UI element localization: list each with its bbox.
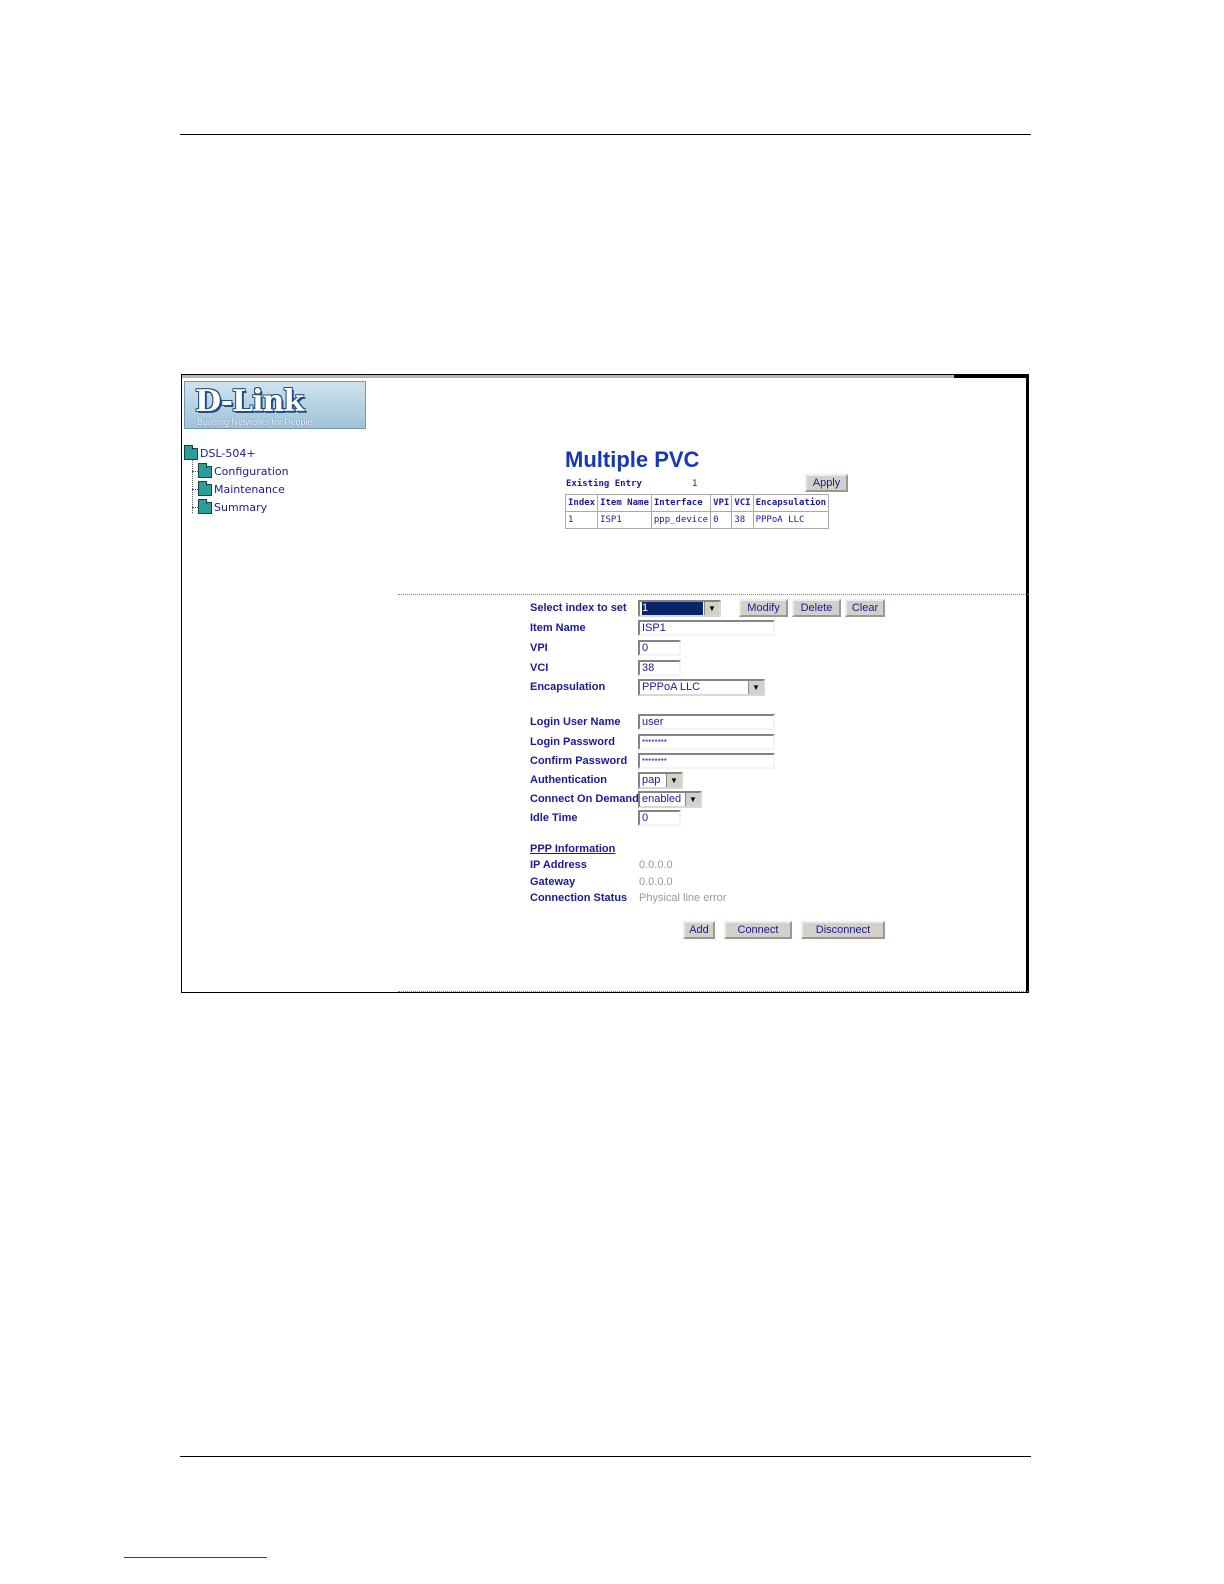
encapsulation-label: Encapsulation bbox=[530, 681, 606, 693]
idle-time-input[interactable]: 0 bbox=[638, 810, 681, 826]
login-user-input[interactable]: user bbox=[638, 714, 775, 730]
apply-button[interactable]: Apply bbox=[805, 474, 848, 492]
gateway-value: 0.0.0.0 bbox=[639, 876, 673, 888]
tree-item-summary[interactable]: Summary bbox=[198, 498, 268, 514]
table-header-row: Index Item Name Interface VPI VCI Encaps… bbox=[564, 494, 830, 512]
chevron-down-icon[interactable]: ▼ bbox=[704, 602, 719, 615]
screenshot-window: D-Link Building Networks for People DSL-… bbox=[181, 374, 1029, 993]
item-name-label: Item Name bbox=[530, 622, 586, 634]
disconnect-button[interactable]: Disconnect bbox=[801, 921, 885, 939]
tree-item-label: Maintenance bbox=[214, 483, 285, 496]
col-header-encapsulation: Encapsulation bbox=[752, 494, 830, 512]
tree-root-label: DSL-504+ bbox=[200, 447, 256, 460]
tree-item-label: Summary bbox=[214, 501, 268, 514]
vpi-label: VPI bbox=[530, 642, 548, 654]
connect-on-demand-value: enabled bbox=[642, 793, 682, 805]
ppp-information-heading[interactable]: PPP Information bbox=[530, 843, 615, 855]
page-top-rule bbox=[180, 134, 1031, 135]
vpi-input[interactable]: 0 bbox=[638, 640, 681, 656]
folder-icon bbox=[198, 480, 212, 496]
vci-input[interactable]: 38 bbox=[638, 660, 681, 676]
cell-interface: ppp_device bbox=[650, 511, 712, 529]
modify-button[interactable]: Modify bbox=[739, 599, 788, 617]
table-row: 1 ISP1 ppp_device 0 38 PPPoA LLC bbox=[564, 511, 830, 529]
tree-connector bbox=[192, 457, 193, 513]
folder-icon bbox=[198, 462, 212, 478]
chevron-down-icon[interactable]: ▼ bbox=[748, 681, 763, 694]
authentication-label: Authentication bbox=[530, 774, 607, 786]
logo-brand: D-Link bbox=[195, 384, 304, 419]
select-index-value: 1 bbox=[642, 602, 703, 615]
authentication-value: pap bbox=[642, 774, 661, 786]
col-header-index: Index bbox=[564, 494, 599, 512]
folder-open-icon bbox=[184, 444, 198, 460]
bottom-divider bbox=[398, 991, 1028, 992]
window-top-bar bbox=[182, 375, 954, 378]
col-header-vci: VCI bbox=[731, 494, 754, 512]
clear-button[interactable]: Clear bbox=[845, 599, 885, 617]
col-header-vpi: VPI bbox=[710, 494, 733, 512]
footer-link-underline bbox=[124, 1557, 267, 1558]
item-name-input[interactable]: ISP1 bbox=[638, 620, 775, 636]
login-user-label: Login User Name bbox=[530, 716, 621, 728]
authentication-dropdown[interactable]: pap ▼ bbox=[638, 772, 683, 789]
delete-button[interactable]: Delete bbox=[792, 599, 841, 617]
existing-entry-value: 1 bbox=[692, 479, 698, 489]
chevron-down-icon[interactable]: ▼ bbox=[685, 793, 700, 806]
col-header-item-name: Item Name bbox=[597, 494, 652, 512]
page-bottom-rule bbox=[180, 1456, 1031, 1457]
cell-vci: 38 bbox=[731, 511, 754, 529]
idle-time-label: Idle Time bbox=[530, 812, 578, 824]
vci-label: VCI bbox=[530, 662, 549, 674]
tree-root-dsl504[interactable]: DSL-504+ bbox=[184, 444, 256, 460]
connection-status-value: Physical line error bbox=[639, 892, 727, 904]
tree-item-maintenance[interactable]: Maintenance bbox=[198, 480, 285, 496]
select-index-dropdown[interactable]: 1 ▼ bbox=[638, 600, 721, 617]
cell-encapsulation: PPPoA LLC bbox=[752, 511, 830, 529]
window-right-border bbox=[1026, 375, 1028, 992]
col-header-interface: Interface bbox=[650, 494, 712, 512]
select-index-label: Select index to set bbox=[530, 602, 627, 614]
window-top-bar-dark bbox=[954, 375, 1028, 378]
section-divider bbox=[398, 594, 1028, 595]
dlink-logo: D-Link Building Networks for People bbox=[184, 381, 366, 429]
cell-vpi: 0 bbox=[710, 511, 733, 529]
logo-tagline: Building Networks for People bbox=[197, 417, 313, 427]
connection-status-label: Connection Status bbox=[530, 892, 628, 904]
login-password-label: Login Password bbox=[530, 736, 615, 748]
cell-index: 1 bbox=[564, 511, 599, 529]
chevron-down-icon[interactable]: ▼ bbox=[666, 774, 681, 787]
connect-button[interactable]: Connect bbox=[724, 921, 792, 939]
tree-item-label: Configuration bbox=[214, 465, 289, 478]
tree-item-configuration[interactable]: Configuration bbox=[198, 462, 289, 478]
pvc-table: Index Item Name Interface VPI VCI Encaps… bbox=[564, 494, 830, 529]
ip-address-value: 0.0.0.0 bbox=[639, 859, 673, 871]
add-button[interactable]: Add bbox=[683, 921, 715, 939]
connect-on-demand-label: Connect On Demand bbox=[530, 793, 639, 805]
ip-address-label: IP Address bbox=[530, 859, 587, 871]
confirm-password-label: Confirm Password bbox=[530, 755, 628, 767]
login-password-input[interactable]: ******** bbox=[638, 734, 775, 750]
confirm-password-input[interactable]: ******** bbox=[638, 753, 775, 769]
folder-icon bbox=[198, 498, 212, 514]
connect-on-demand-dropdown[interactable]: enabled ▼ bbox=[638, 791, 702, 808]
gateway-label: Gateway bbox=[530, 876, 576, 888]
encapsulation-value: PPPoA LLC bbox=[642, 681, 701, 693]
existing-entry-label: Existing Entry bbox=[566, 479, 642, 489]
page-title: Multiple PVC bbox=[565, 447, 700, 472]
encapsulation-dropdown[interactable]: PPPoA LLC ▼ bbox=[638, 679, 765, 696]
cell-item-name: ISP1 bbox=[597, 511, 652, 529]
